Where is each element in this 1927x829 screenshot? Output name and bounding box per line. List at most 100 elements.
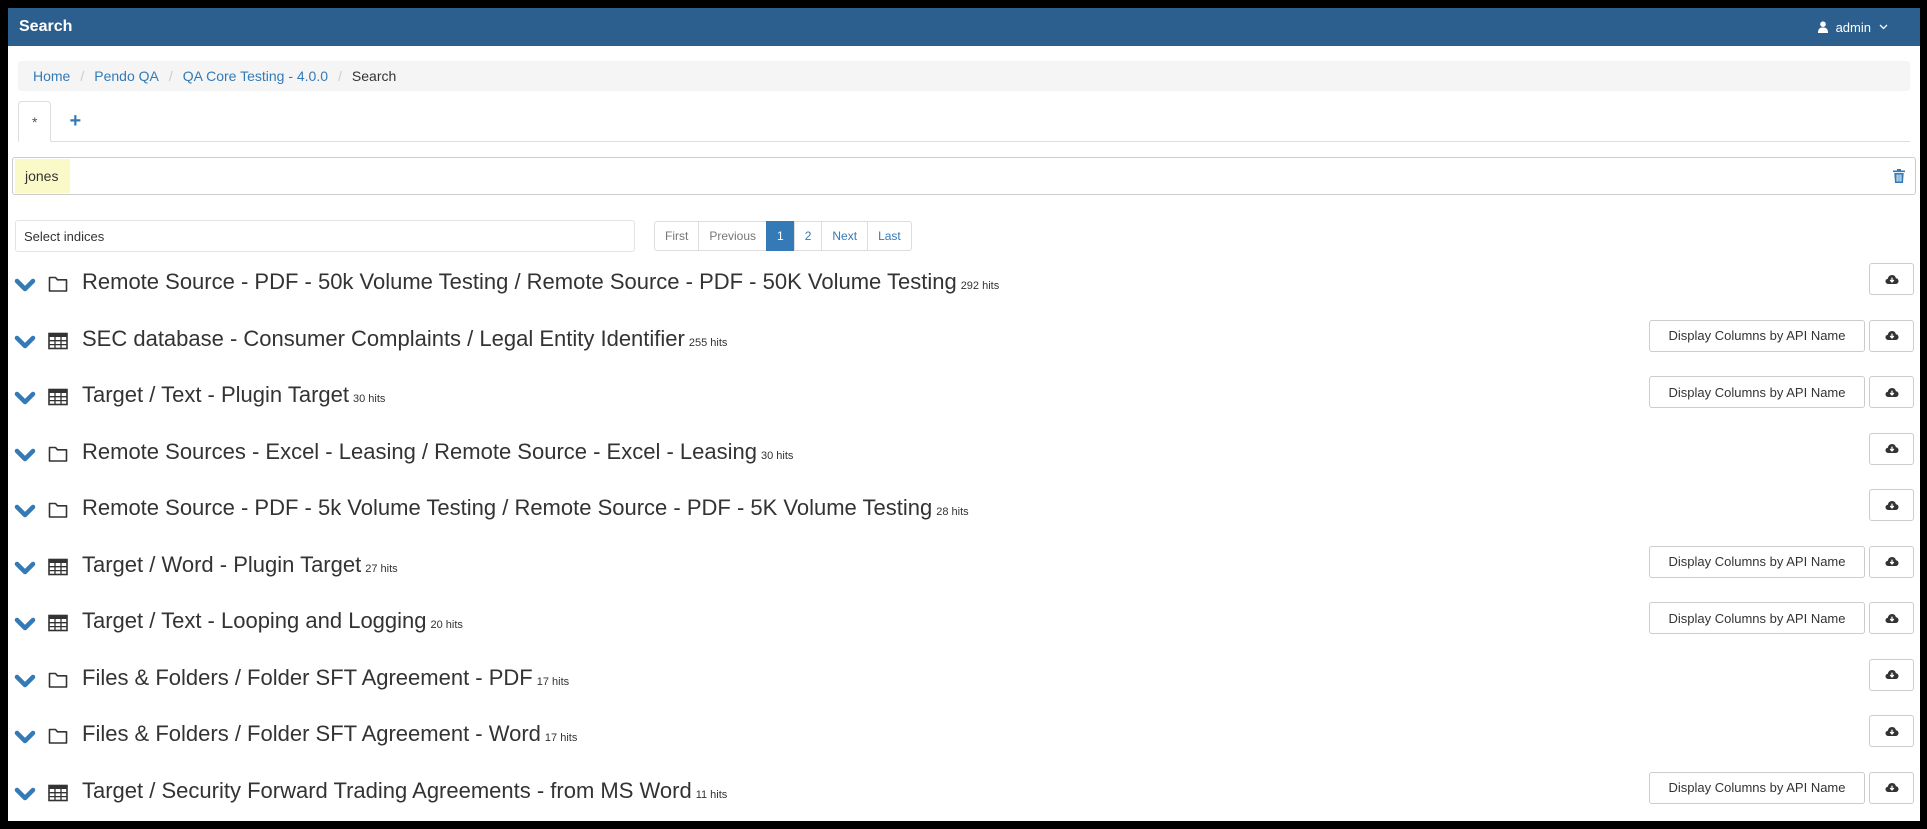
chevron-down-icon xyxy=(1879,24,1888,30)
table-icon xyxy=(48,558,68,581)
hit-count: 17 hits xyxy=(536,675,570,688)
cloud-download-icon xyxy=(1885,443,1899,454)
query-box[interactable]: jones xyxy=(12,157,1916,195)
download-button[interactable] xyxy=(1869,658,1914,691)
result-title-text: Files & Folders / Folder SFT Agreement -… xyxy=(82,721,541,746)
query-term-chip[interactable]: jones xyxy=(15,159,71,193)
download-button[interactable] xyxy=(1869,489,1914,521)
chevron-down-icon[interactable] xyxy=(14,730,36,749)
cloud-download-icon xyxy=(1885,330,1899,341)
select-indices-dropdown[interactable]: Select indices xyxy=(15,220,635,252)
download-button[interactable] xyxy=(1869,715,1914,747)
page-2-button[interactable]: 2 xyxy=(793,221,823,251)
chevron-down-icon[interactable] xyxy=(14,617,36,636)
cloud-download-icon xyxy=(1885,500,1899,511)
result-row: Files & Folders / Folder SFT Agreement -… xyxy=(8,654,1920,711)
row-actions: Display Columns by API Name xyxy=(1649,376,1914,408)
breadcrumb-pendo-qa[interactable]: Pendo QA xyxy=(94,68,159,84)
tab-search-all[interactable]: * xyxy=(18,101,52,142)
breadcrumb-separator: / xyxy=(80,68,85,84)
result-title[interactable]: Target / Word - Plugin Target 27 hits xyxy=(82,552,398,578)
trash-icon[interactable] xyxy=(1893,169,1905,183)
table-icon xyxy=(48,332,68,355)
hit-count: 30 hits xyxy=(353,393,386,405)
hit-count: 17 hits xyxy=(544,732,578,744)
row-actions xyxy=(1869,658,1914,691)
result-title[interactable]: Target / Security Forward Trading Agreem… xyxy=(82,778,727,804)
chevron-down-icon[interactable] xyxy=(14,335,36,354)
hit-count: 27 hits xyxy=(365,562,398,575)
cloud-download-icon xyxy=(1885,726,1899,737)
download-button[interactable] xyxy=(1869,376,1914,408)
app-title: Search xyxy=(19,18,73,35)
result-title-text: Remote Source - PDF - 50k Volume Testing… xyxy=(82,269,957,294)
chevron-down-icon[interactable] xyxy=(14,674,36,693)
download-button[interactable] xyxy=(1869,602,1914,634)
page-previous-button[interactable]: Previous xyxy=(698,221,768,251)
download-button[interactable] xyxy=(1869,432,1914,465)
add-tab-button[interactable]: + xyxy=(51,101,99,141)
cloud-download-icon xyxy=(1885,613,1899,624)
hit-count: 28 hits xyxy=(936,506,969,518)
breadcrumb-home[interactable]: Home xyxy=(33,68,70,84)
page-1-button[interactable]: 1 xyxy=(766,221,795,251)
controls-row: Select indices First Previous 1 2 Next L… xyxy=(15,220,1920,252)
result-title[interactable]: Target / Text - Looping and Logging 20 hi… xyxy=(82,608,463,634)
row-actions xyxy=(1869,715,1914,747)
chevron-down-icon[interactable] xyxy=(14,448,36,467)
row-actions xyxy=(1869,489,1914,521)
chevron-down-icon[interactable] xyxy=(14,504,36,523)
hit-count: 292 hits xyxy=(960,280,1000,292)
result-row: Files & Folders / Folder SFT Agreement -… xyxy=(8,710,1920,767)
chevron-down-icon[interactable] xyxy=(14,278,36,297)
result-title[interactable]: SEC database - Consumer Complaints / Leg… xyxy=(82,326,727,352)
page-last-button[interactable]: Last xyxy=(867,221,912,251)
result-row: Target / Word - Plugin Target 27 hits Disp… xyxy=(8,541,1920,598)
display-columns-button[interactable]: Display Columns by API Name xyxy=(1649,376,1865,408)
result-title[interactable]: Target / Text - Plugin Target 30 hits xyxy=(82,382,385,408)
download-button[interactable] xyxy=(1869,771,1914,804)
page-first-button[interactable]: First xyxy=(654,221,700,251)
result-title-text: Remote Sources - Excel - Leasing / Remot… xyxy=(82,438,757,464)
result-row: Remote Sources - Excel - Leasing / Remot… xyxy=(8,428,1920,485)
display-columns-button[interactable]: Display Columns by API Name xyxy=(1649,771,1865,804)
result-title[interactable]: Remote Sources - Excel - Leasing / Remot… xyxy=(82,439,793,465)
page-next-button[interactable]: Next xyxy=(821,221,869,251)
result-title[interactable]: Files & Folders / Folder SFT Agreement -… xyxy=(82,665,569,691)
chevron-down-icon[interactable] xyxy=(14,391,36,410)
result-row: SEC database - Consumer Complaints / Leg… xyxy=(8,315,1920,372)
download-button[interactable] xyxy=(1869,319,1914,352)
result-row: Target / Text - Plugin Target 30 hits Disp… xyxy=(8,371,1920,428)
hit-count: 11 hits xyxy=(695,788,728,801)
cloud-download-icon xyxy=(1885,669,1899,680)
folder-icon xyxy=(48,671,68,694)
row-actions: Display Columns by API Name xyxy=(1649,545,1914,578)
display-columns-button[interactable]: Display Columns by API Name xyxy=(1649,602,1865,634)
folder-icon xyxy=(48,275,68,298)
breadcrumb-separator: / xyxy=(168,68,173,84)
row-actions: Display Columns by API Name xyxy=(1649,771,1914,804)
result-row: Target / Security Forward Trading Agreem… xyxy=(8,767,1920,822)
result-title[interactable]: Remote Source - PDF - 5k Volume Testing … xyxy=(82,495,969,521)
download-button[interactable] xyxy=(1869,545,1914,578)
display-columns-button[interactable]: Display Columns by API Name xyxy=(1649,545,1865,578)
result-row: Remote Source - PDF - 50k Volume Testing… xyxy=(8,258,1920,315)
row-actions: Display Columns by API Name xyxy=(1649,602,1914,634)
user-menu[interactable]: admin xyxy=(1817,19,1910,35)
user-name: admin xyxy=(1835,19,1871,35)
result-title[interactable]: Remote Source - PDF - 50k Volume Testing… xyxy=(82,269,999,295)
result-title-text: Target / Text - Looping and Logging xyxy=(82,608,427,633)
breadcrumb-qa-core-testing[interactable]: QA Core Testing - 4.0.0 xyxy=(183,68,328,84)
chevron-down-icon[interactable] xyxy=(14,561,36,580)
row-actions xyxy=(1869,432,1914,465)
hit-count: 20 hits xyxy=(430,619,463,631)
breadcrumb-current: Search xyxy=(351,68,397,84)
chevron-down-icon[interactable] xyxy=(14,787,36,806)
table-icon xyxy=(48,388,68,411)
cloud-download-icon xyxy=(1885,782,1899,793)
result-title-text: Target / Word - Plugin Target xyxy=(82,551,362,577)
result-title[interactable]: Files & Folders / Folder SFT Agreement -… xyxy=(82,721,577,747)
folder-icon xyxy=(48,501,68,524)
download-button[interactable] xyxy=(1869,263,1914,295)
display-columns-button[interactable]: Display Columns by API Name xyxy=(1649,319,1865,352)
